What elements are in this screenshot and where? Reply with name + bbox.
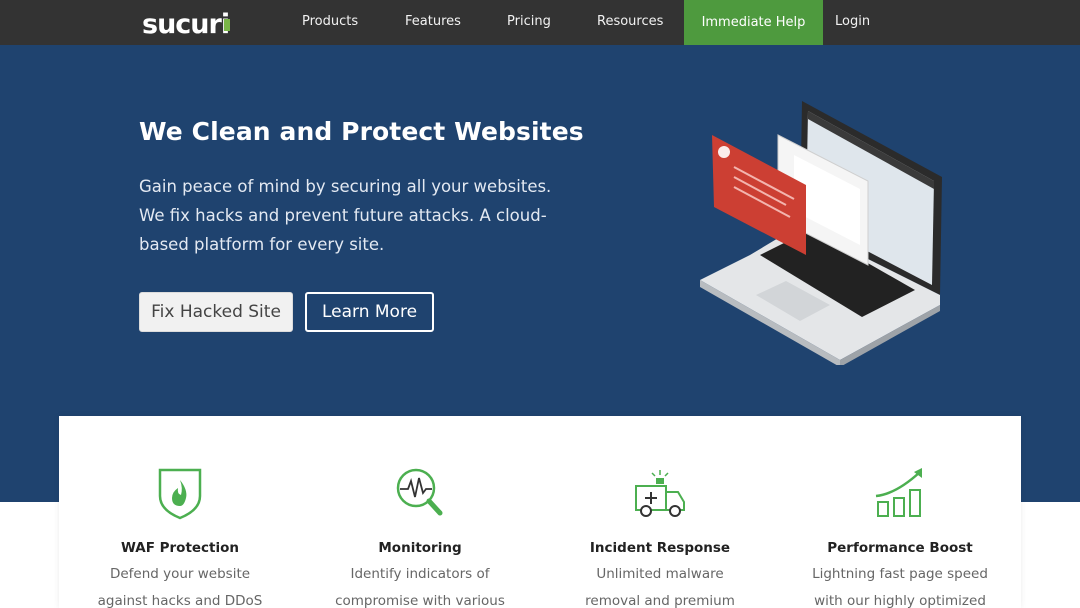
ambulance-icon (635, 470, 685, 517)
top-navbar: sucuri Products Features Pricing Resourc… (0, 0, 1080, 46)
feature-description: Lightning fast page speed with our highl… (780, 561, 1020, 608)
feature-description: Defend your website against hacks and DD… (60, 561, 300, 608)
immediate-help-button[interactable]: Immediate Help (684, 0, 823, 46)
feature-title: WAF Protection (120, 540, 240, 556)
feature-desc-line: Lightning fast page speed (812, 566, 988, 582)
feature-description: Identify indicators of compromise with v… (300, 561, 540, 608)
nav-products[interactable]: Products (302, 0, 358, 45)
feature-desc-line: against hacks and DDoS (97, 593, 263, 608)
feature-desc-line: Defend your website (109, 566, 251, 582)
logo-wordmark: sucuri (142, 9, 229, 38)
magnifier-pulse-icon (396, 468, 443, 516)
laptop-illustration (700, 101, 942, 365)
nav-pricing[interactable]: Pricing (507, 0, 551, 45)
nav-login[interactable]: Login (835, 0, 870, 45)
learn-more-button[interactable]: Learn More (305, 292, 434, 332)
hero-title: We Clean and Protect Websites (139, 117, 584, 146)
sucuri-logo[interactable]: sucuri (142, 8, 242, 38)
feature-title: Incident Response (589, 540, 731, 556)
nav-features[interactable]: Features (405, 0, 461, 45)
growth-chart-icon (875, 468, 922, 517)
fix-hacked-site-button[interactable]: Fix Hacked Site (139, 292, 293, 332)
alert-icon (718, 146, 730, 158)
feature-desc-line: Unlimited malware (596, 566, 724, 582)
feature-title: Performance Boost (827, 540, 973, 556)
feature-description: Unlimited malware removal and premium (540, 561, 780, 608)
feature-desc-line: with our highly optimized (814, 593, 986, 608)
feature-desc-line: removal and premium (585, 593, 735, 608)
feature-desc-line: compromise with various (335, 593, 505, 608)
feature-title: Monitoring (378, 540, 462, 556)
hero-description: Gain peace of mind by securing all your … (139, 177, 552, 254)
shield-flame-icon (158, 468, 202, 520)
features-card: WAF Protection Defend your website again… (59, 416, 1021, 608)
nav-resources[interactable]: Resources (597, 0, 663, 45)
feature-desc-line: Identify indicators of (350, 566, 490, 582)
logo-accent (224, 19, 230, 31)
